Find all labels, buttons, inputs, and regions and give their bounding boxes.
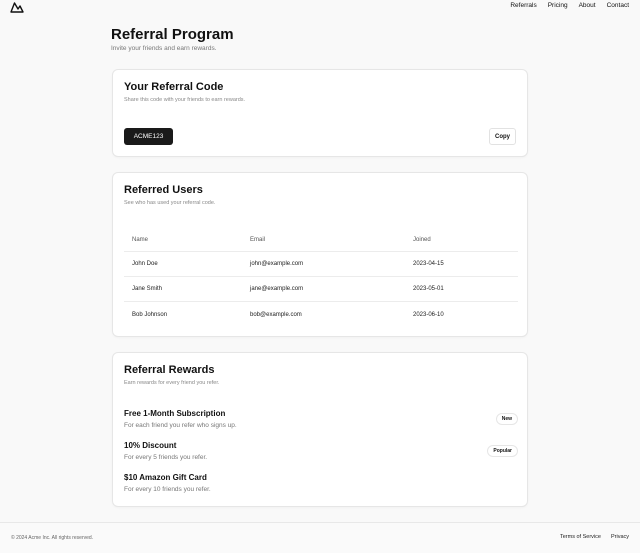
user-joined: 2023-04-15 [413, 261, 444, 267]
column-header-name: Name [132, 237, 149, 243]
top-header: Referrals Pricing About Contact [0, 0, 640, 18]
referred-users-title: Referred Users [124, 184, 203, 196]
copy-button[interactable]: Copy [489, 128, 516, 145]
table-header: Name Email Joined [124, 229, 518, 252]
referral-code-card: Your Referral Code Share this code with … [112, 69, 528, 157]
referred-users-subtitle: See who has used your referral code. [124, 200, 216, 206]
user-joined: 2023-05-01 [413, 286, 444, 292]
referral-rewards-card: Referral Rewards Earn rewards for every … [112, 352, 528, 507]
page-title: Referral Program [111, 26, 234, 43]
nav-referrals[interactable]: Referrals [510, 2, 536, 9]
column-header-email: Email [250, 237, 266, 243]
reward-title: 10% Discount [124, 441, 177, 450]
referral-rewards-subtitle: Earn rewards for every friend you refer. [124, 380, 220, 386]
user-name: Jane Smith [132, 286, 163, 292]
referral-code-value: ACME123 [124, 128, 173, 145]
nav-contact[interactable]: Contact [607, 2, 629, 9]
reward-description: For every 5 friends you refer. [124, 454, 208, 461]
table-row: John Doe john@example.com 2023-04-15 [124, 252, 518, 277]
nav-pricing[interactable]: Pricing [548, 2, 568, 9]
footer-link-terms[interactable]: Terms of Service [560, 534, 601, 540]
table-row: Bob Johnson bob@example.com 2023-06-10 [124, 302, 518, 327]
reward-badge-popular: Popular [487, 445, 518, 457]
main-nav: Referrals Pricing About Contact [510, 2, 629, 9]
referred-users-table: Name Email Joined John Doe john@example.… [124, 229, 518, 327]
reward-item: 10% Discount For every 5 friends you ref… [124, 441, 518, 469]
footer-link-privacy[interactable]: Privacy [611, 534, 629, 540]
table-row: Jane Smith jane@example.com 2023-05-01 [124, 277, 518, 302]
user-email: bob@example.com [250, 311, 302, 318]
footer-copyright: © 2024 Acme Inc. All rights reserved. [11, 535, 94, 541]
reward-description: For each friend you refer who signs up. [124, 422, 237, 429]
reward-title: $10 Amazon Gift Card [124, 473, 207, 482]
reward-title: Free 1-Month Subscription [124, 409, 226, 418]
referred-users-card: Referred Users See who has used your ref… [112, 172, 528, 337]
reward-item: $10 Amazon Gift Card For every 10 friend… [124, 473, 518, 501]
reward-description: For every 10 friends you refer. [124, 486, 211, 493]
referral-code-title: Your Referral Code [124, 81, 224, 93]
user-email: john@example.com [250, 261, 304, 267]
reward-item: Free 1-Month Subscription For each frien… [124, 409, 518, 437]
reward-badge-new: New [495, 413, 518, 425]
referral-rewards-title: Referral Rewards [124, 364, 215, 376]
column-header-joined: Joined [413, 237, 431, 243]
page-footer: © 2024 Acme Inc. All rights reserved. Te… [0, 522, 640, 553]
footer-links: Terms of Service Privacy [560, 534, 629, 540]
referral-code-subtitle: Share this code with your friends to ear… [124, 97, 246, 103]
user-name: John Doe [132, 261, 158, 267]
nav-about[interactable]: About [579, 2, 596, 9]
user-email: jane@example.com [250, 286, 304, 292]
user-joined: 2023-06-10 [413, 311, 444, 318]
user-name: Bob Johnson [132, 311, 168, 318]
page-subtitle: Invite your friends and earn rewards. [111, 45, 217, 52]
mountain-logo-icon[interactable] [10, 1, 24, 13]
